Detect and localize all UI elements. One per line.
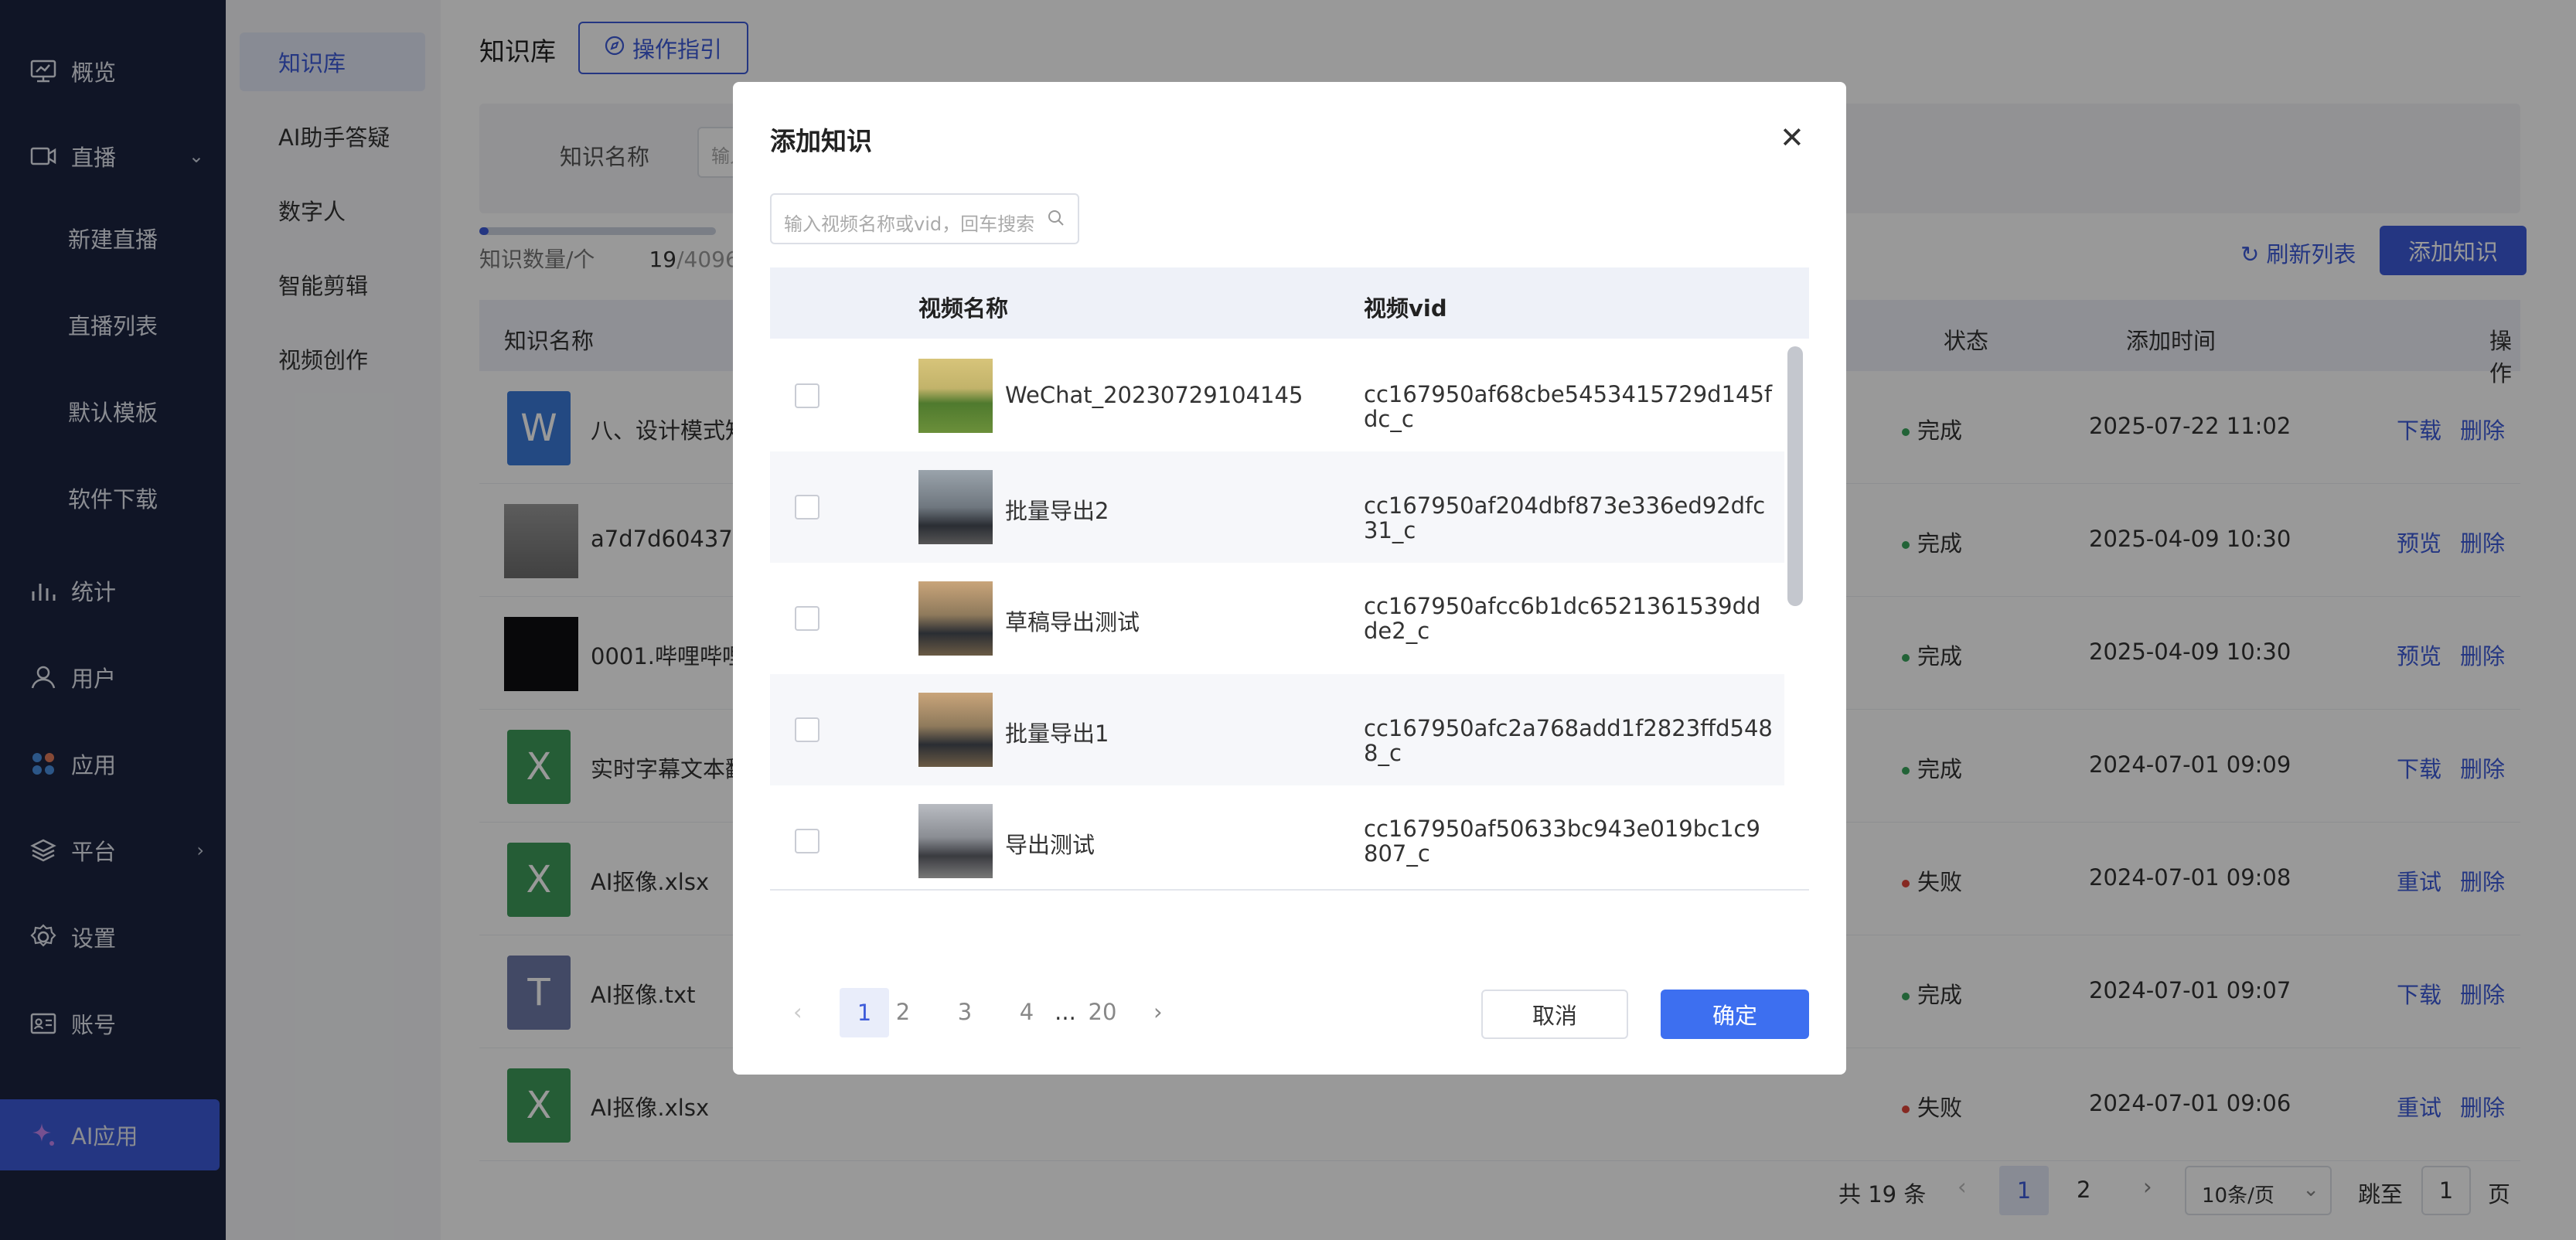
- video-name: 草稿导出测试: [1005, 609, 1140, 635]
- video-vid: cc167950af68cbe5453415729d145fdc_c: [1364, 381, 1773, 432]
- cancel-button[interactable]: 取消: [1481, 990, 1628, 1039]
- video-table-header: 视频名称 视频vid: [770, 267, 1809, 339]
- video-thumbnail: [918, 693, 993, 767]
- video-vid: cc167950afcc6b1dc6521361539ddde2_c: [1364, 593, 1761, 644]
- page-2[interactable]: 2: [878, 999, 928, 1025]
- video-row[interactable]: 批量导出2 cc167950af204dbf873e336ed92dfc31_c: [770, 451, 1784, 563]
- search-placeholder: 输入视频名称或vid，回车搜索: [784, 213, 1035, 235]
- video-vid: cc167950afc2a768add1f2823ffd5488_c: [1364, 715, 1773, 766]
- video-vid: cc167950af204dbf873e336ed92dfc31_c: [1364, 492, 1766, 543]
- row-checkbox[interactable]: [795, 383, 819, 408]
- video-vid: cc167950af50633bc943e019bc1c9807_c: [1364, 816, 1760, 867]
- close-icon[interactable]: ✕: [1780, 121, 1804, 155]
- column-header: 视频名称: [918, 295, 1009, 322]
- column-header: 视频vid: [1364, 295, 1447, 322]
- table-scrollbar[interactable]: [1787, 346, 1803, 606]
- video-row[interactable]: 批量导出1 cc167950afc2a768add1f2823ffd5488_c: [770, 674, 1784, 785]
- row-checkbox[interactable]: [795, 829, 819, 853]
- video-row[interactable]: 导出测试 cc167950af50633bc943e019bc1c9807_c: [770, 785, 1784, 897]
- video-row[interactable]: WeChat_20230729104145 cc167950af68cbe545…: [770, 340, 1784, 451]
- add-knowledge-dialog: 添加知识 ✕ 输入视频名称或vid，回车搜索 视频名称 视频vid WeChat…: [733, 82, 1846, 1075]
- video-thumbnail: [918, 581, 993, 656]
- video-row[interactable]: 草稿导出测试 cc167950afcc6b1dc6521361539ddde2_…: [770, 563, 1784, 674]
- video-thumbnail: [918, 804, 993, 878]
- divider: [770, 889, 1809, 891]
- video-name: 导出测试: [1005, 832, 1095, 858]
- video-name: WeChat_20230729104145: [1005, 382, 1303, 408]
- page-3[interactable]: 3: [940, 999, 990, 1025]
- prev-page-icon[interactable]: ‹: [793, 999, 802, 1025]
- video-name: 批量导出2: [1005, 498, 1109, 524]
- video-thumbnail: [918, 470, 993, 544]
- page-20[interactable]: 20: [1078, 999, 1127, 1025]
- video-search-input[interactable]: 输入视频名称或vid，回车搜索: [770, 193, 1079, 244]
- video-thumbnail: [918, 359, 993, 433]
- next-page-icon[interactable]: ›: [1153, 999, 1163, 1025]
- dialog-title: 添加知识: [770, 126, 872, 156]
- row-checkbox[interactable]: [795, 717, 819, 742]
- search-icon: [1047, 209, 1065, 232]
- video-name: 批量导出1: [1005, 720, 1109, 747]
- confirm-button[interactable]: 确定: [1661, 990, 1809, 1039]
- row-checkbox[interactable]: [795, 495, 819, 520]
- row-checkbox[interactable]: [795, 606, 819, 631]
